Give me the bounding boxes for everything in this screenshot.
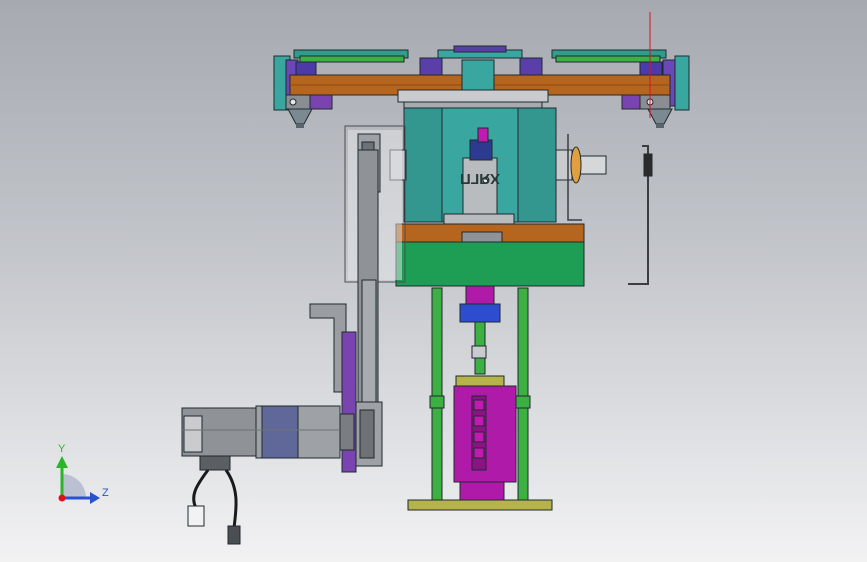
cylinder-port-2 <box>473 415 485 427</box>
left-connector-a <box>295 61 317 77</box>
right-connector-a <box>639 61 663 77</box>
motor-encoder-cap <box>183 415 203 453</box>
right-clamp-body <box>639 94 671 110</box>
teal-housing-left-face <box>403 107 443 223</box>
hub-mount-plate <box>443 213 515 225</box>
left-column-collar <box>429 395 445 409</box>
machine-assembly-drawing: XЯГП Y Z <box>56 12 690 545</box>
triad-quadrant <box>62 474 86 498</box>
cylinder-port-1 <box>473 399 485 411</box>
right-green-strip <box>555 55 661 63</box>
cylinder-bottom-block <box>459 481 505 501</box>
right-shaft-stub <box>555 149 573 181</box>
y-axis-label: Y <box>58 443 66 455</box>
right-clamp-purple <box>621 94 643 110</box>
cylinder-port-3 <box>473 431 485 443</box>
right-funnel-tip <box>656 124 664 128</box>
cable-right <box>224 469 238 529</box>
grey-l-bracket <box>309 303 347 393</box>
motor-flange <box>339 413 355 451</box>
blue-nut <box>459 303 501 323</box>
rotary-head: XЯГП <box>389 89 607 225</box>
cylinder-top-cap <box>455 375 505 387</box>
right-column-collar <box>515 395 531 409</box>
base-slot <box>461 231 503 243</box>
engraved-marking: XЯГП <box>460 170 500 187</box>
left-green-column <box>431 287 443 503</box>
rotary-disc <box>397 89 549 103</box>
cable-plug-dark <box>227 525 241 545</box>
left-funnel <box>287 108 313 125</box>
z-axis-label: Z <box>102 487 109 499</box>
servo-motor <box>181 405 355 545</box>
green-base-block <box>395 241 585 287</box>
motor-connector-box <box>199 455 231 471</box>
left-green-strip <box>299 55 405 63</box>
cylinder-port-4 <box>473 447 485 459</box>
teal-housing-right-face <box>517 107 557 223</box>
cad-viewport[interactable]: XЯГП Y Z <box>0 0 867 562</box>
left-funnel-tip <box>296 124 304 128</box>
hub-magenta-pin <box>477 127 489 143</box>
center-right-connector <box>519 57 543 77</box>
right-shaft-collar <box>570 146 582 184</box>
left-clamp-purple <box>309 94 333 110</box>
x-axis-dot <box>58 494 66 502</box>
cable-plug-white <box>187 505 205 527</box>
left-screw <box>289 98 297 106</box>
coordinate-triad: Y Z <box>56 443 109 504</box>
rod-coupling <box>471 345 487 359</box>
main-base <box>395 223 585 287</box>
right-end-bracket <box>674 55 690 111</box>
motor-blue-band <box>261 405 299 459</box>
cable-left <box>192 469 210 509</box>
hub-top-block <box>469 139 493 161</box>
center-cap <box>453 45 507 53</box>
olive-base-plate <box>407 499 553 511</box>
center-left-connector <box>419 57 443 77</box>
y-axis-head <box>56 456 68 468</box>
right-green-column <box>517 287 529 503</box>
right-funnel <box>647 108 673 125</box>
z-axis-head <box>90 492 100 504</box>
bottom-pulley-groove <box>359 409 375 459</box>
right-sensor <box>643 153 653 177</box>
magenta-shaft-top <box>465 285 495 307</box>
purple-motor-bracket <box>341 331 357 473</box>
lift-column-assembly <box>407 285 553 511</box>
